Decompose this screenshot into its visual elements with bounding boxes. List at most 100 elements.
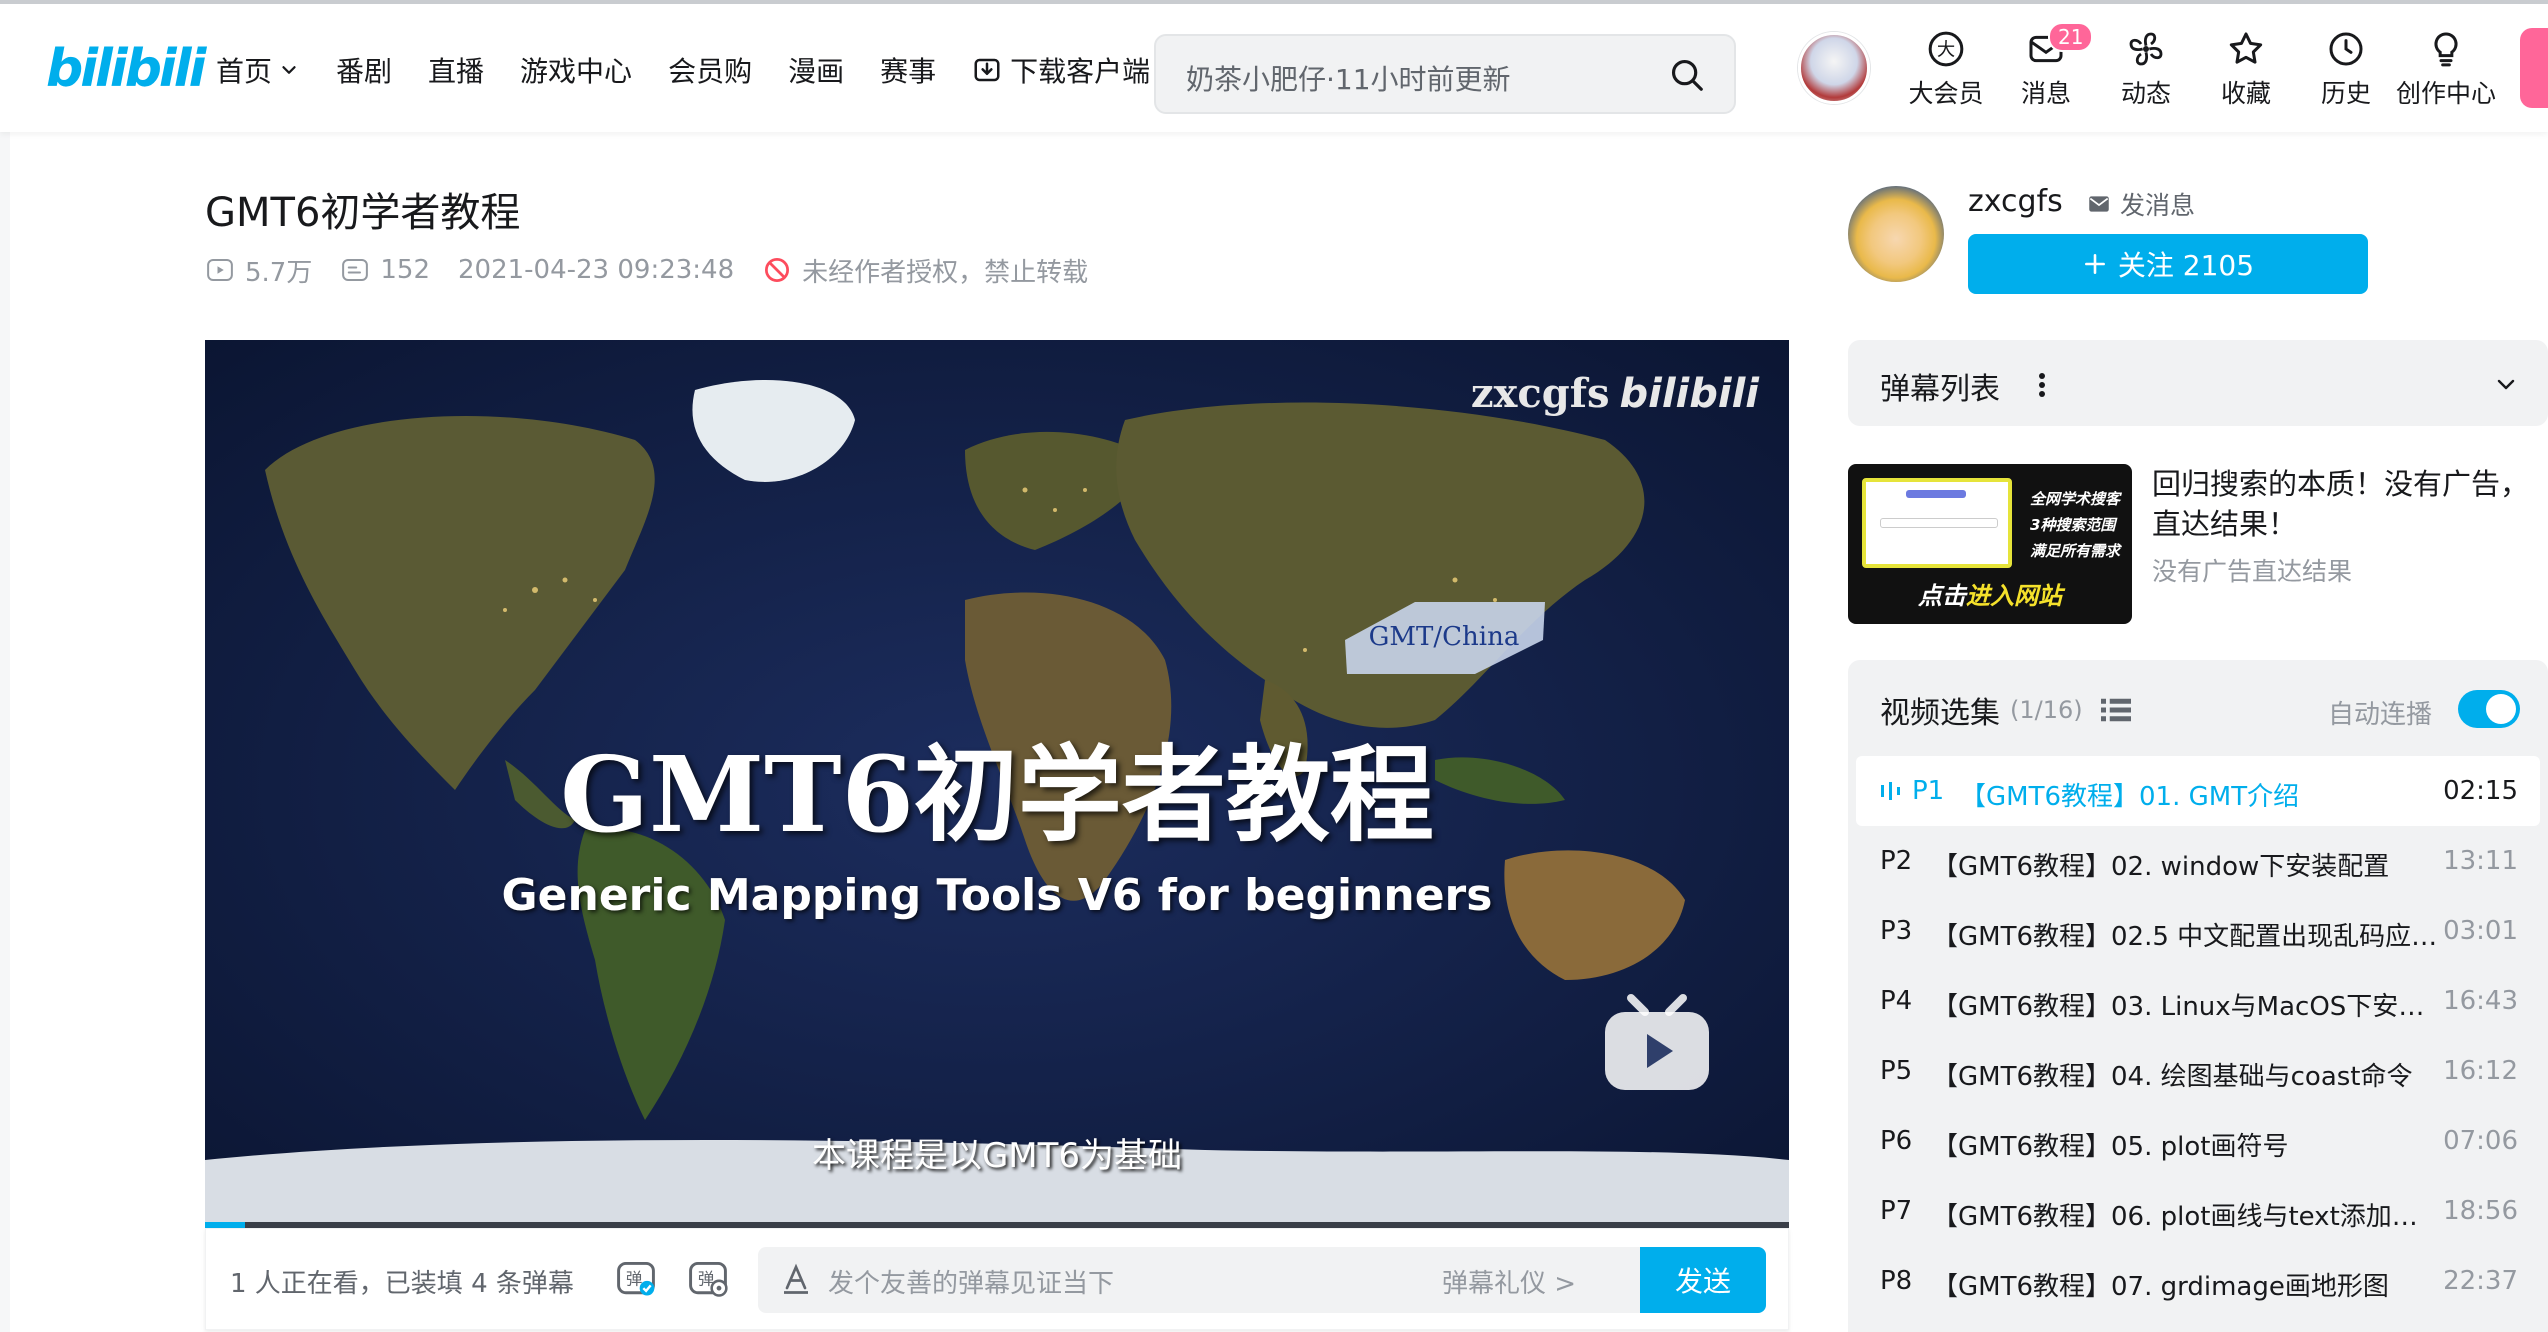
ad-cta-highlight: 进入网站: [1966, 582, 2062, 610]
episode-item-p2[interactable]: P2 【GMT6教程】02. window下安装配置 13:11: [1848, 826, 2548, 896]
upload-button[interactable]: [2520, 28, 2548, 108]
user-avatar[interactable]: [1798, 32, 1870, 104]
nav-mall[interactable]: 会员购: [668, 50, 752, 90]
no-repost-icon: [765, 258, 790, 282]
episode-item-p3[interactable]: P3 【GMT6教程】02.5 中文配置出现乱码应… 03:01: [1848, 896, 2548, 966]
play-count-icon: [207, 259, 233, 281]
danmaku-etiquette-link[interactable]: 弹幕礼仪 >: [1442, 1263, 1576, 1300]
danmaku-settings-icon[interactable]: 弹: [686, 1257, 730, 1301]
episode-number-label: P1: [1912, 776, 1945, 806]
danmaku-count-value: 152: [380, 255, 430, 285]
bilibili-logo[interactable]: bilibili: [46, 34, 206, 104]
header-dynamic-label: 动态: [2120, 79, 2171, 108]
uploader-avatar[interactable]: [1848, 186, 1944, 282]
header-history[interactable]: 历史: [2296, 28, 2396, 118]
episode-number: P7: [1880, 1196, 1913, 1226]
episode-rows: P1 【GMT6教程】01. GMT介绍 02:15 P2 【GMT6教程】02…: [1848, 756, 2548, 1316]
play-button-icon[interactable]: [1601, 990, 1713, 1094]
more-options-icon[interactable]: [2038, 370, 2046, 400]
svg-text:弹: 弹: [626, 1270, 643, 1289]
nav-manga[interactable]: 漫画: [788, 50, 844, 90]
episode-duration: 16:12: [2443, 1056, 2518, 1086]
episode-count: (1/16): [2010, 696, 2083, 724]
gmt-china-badge: GMT/China: [1368, 622, 1520, 652]
copyright-text: 未经作者授权，禁止转载: [802, 257, 1089, 288]
ad-card[interactable]: 全网学术搜客 3种搜索范围 满足所有需求 点击进入网站 回归搜索的本质！没有广告…: [1848, 464, 2548, 624]
ad-title[interactable]: 回归搜索的本质！没有广告，直达结果！: [2152, 464, 2548, 544]
header-creator[interactable]: 创作中心: [2396, 28, 2496, 118]
chevron-down-icon[interactable]: [2494, 372, 2518, 396]
text-style-icon[interactable]: [778, 1261, 814, 1297]
episode-item-p8[interactable]: P8 【GMT6教程】07. grdimage画地形图 22:37: [1848, 1246, 2548, 1316]
episode-title: 【GMT6教程】05. plot画符号: [1932, 1132, 2289, 1162]
episode-title: 【GMT6教程】07. grdimage画地形图: [1932, 1272, 2389, 1302]
uploader-name[interactable]: zxcgfs: [1968, 184, 2063, 219]
view-count: 5.7万: [205, 252, 312, 289]
episode-list-header: 视频选集 (1/16): [1880, 688, 2131, 732]
header-message[interactable]: 21 消息: [1996, 22, 2096, 118]
frame-title: GMT6初学者教程: [560, 733, 1434, 856]
episode-duration: 13:11: [2443, 846, 2518, 876]
nav-home[interactable]: 首页: [216, 50, 300, 90]
episode-duration: 02:15: [2443, 776, 2518, 806]
nav-download-client[interactable]: 下载客户端: [972, 50, 1150, 90]
video-title: GMT6初学者教程: [205, 190, 521, 236]
nav-live[interactable]: 直播: [428, 50, 484, 90]
danmaku-input[interactable]: 发个友善的弹幕见证当下 弹幕礼仪 > 发送: [758, 1247, 1766, 1313]
nav-home-label: 首页: [216, 55, 273, 88]
nav-game-center[interactable]: 游戏中心: [520, 50, 632, 90]
creator-icon: [2434, 32, 2458, 67]
message-badge: 21: [2048, 22, 2094, 52]
watching-count: 1 人正在看，已装填 4 条弹幕: [230, 1269, 574, 1299]
episode-item-p1[interactable]: P1 【GMT6教程】01. GMT介绍 02:15: [1856, 756, 2540, 826]
video-watermark: zxcgfs bilibili: [1471, 370, 1759, 417]
nav-esports[interactable]: 赛事: [880, 50, 936, 90]
ad-side-text: 全网学术搜客 3种搜索范围 满足所有需求: [2030, 486, 2126, 564]
autoplay-label: 自动连播: [2327, 700, 2432, 730]
episode-number: P3: [1880, 916, 1913, 946]
nav-download-label: 下载客户端: [1010, 55, 1151, 88]
episode-item-p7[interactable]: P7 【GMT6教程】06. plot画线与text添加文字 18:56: [1848, 1176, 2548, 1246]
list-view-icon[interactable]: [2100, 697, 2131, 723]
vip-icon: 大: [1928, 31, 1964, 67]
episode-list: 视频选集 (1/16) 自动连播 P1 【GMT6教程】01. GMT介绍 02…: [1848, 660, 2548, 1332]
video-meta: 5.7万 152 2021-04-23 09:23:48 未经作者授权，禁止转载: [205, 250, 1116, 290]
ad-cta: 点击进入网站: [1848, 576, 2132, 611]
episode-item-p4[interactable]: P4 【GMT6教程】03. Linux与MacOS下安装… 16:43: [1848, 966, 2548, 1036]
header-message-label: 消息: [2020, 79, 2071, 108]
episode-number: P6: [1880, 1126, 1913, 1156]
page-left-edge: [0, 132, 10, 1332]
header-vip-label: 大会员: [1908, 79, 1984, 108]
ad-side-line-1: 全网学术搜客: [2030, 490, 2121, 508]
top-header: bilibili 首页 番剧 直播 游戏中心 会员购 漫画 赛事 下载客户端 奶…: [0, 0, 2548, 132]
search-box[interactable]: 奶茶小肥仔·11小时前更新: [1154, 34, 1736, 114]
autoplay-toggle[interactable]: [2458, 690, 2520, 728]
send-message-link[interactable]: 发消息: [2086, 186, 2195, 222]
copyright-notice: 未经作者授权，禁止转载: [762, 252, 1088, 289]
video-player[interactable]: zxcgfs bilibili GMT/China GMT6初学者教程 Gener…: [205, 340, 1789, 1228]
header-dynamic[interactable]: 动态: [2096, 28, 2196, 118]
episode-number: P1: [1880, 776, 1944, 806]
header-vip[interactable]: 大 大会员: [1896, 28, 1996, 118]
main-nav: 首页 番剧 直播 游戏中心 会员购 漫画 赛事 下载客户端: [216, 44, 1186, 96]
send-danmaku-button[interactable]: 发送: [1640, 1247, 1766, 1313]
watermark-brand: bilibili: [1619, 371, 1759, 417]
send-message-label: 发消息: [2120, 191, 2196, 220]
header-favorite[interactable]: 收藏: [2196, 28, 2296, 118]
ad-image[interactable]: 全网学术搜客 3种搜索范围 满足所有需求 点击进入网站: [1848, 464, 2132, 624]
search-icon[interactable]: [1668, 56, 1706, 94]
search-input[interactable]: 奶茶小肥仔·11小时前更新: [1186, 58, 1511, 98]
nav-anime[interactable]: 番剧: [336, 50, 392, 90]
danmaku-toggle-icon[interactable]: 弹: [614, 1257, 658, 1301]
episode-item-p6[interactable]: P6 【GMT6教程】05. plot画符号 07:06: [1848, 1106, 2548, 1176]
danmaku-list-panel[interactable]: 弹幕列表: [1848, 340, 2548, 426]
episode-title: 【GMT6教程】04. 绘图基础与coast命令: [1932, 1062, 2413, 1092]
download-icon: [974, 58, 1000, 82]
episode-title: 【GMT6教程】01. GMT介绍: [1960, 782, 2300, 812]
header-right-icons: 大 大会员 21 消息 动态 收藏 历史 创作中心: [1896, 22, 2496, 118]
dynamic-icon: [2129, 32, 2163, 66]
follow-button[interactable]: 关注 2105: [1968, 234, 2368, 294]
episode-duration: 18:56: [2443, 1196, 2518, 1226]
header-favorite-label: 收藏: [2220, 79, 2271, 108]
episode-item-p5[interactable]: P5 【GMT6教程】04. 绘图基础与coast命令 16:12: [1848, 1036, 2548, 1106]
